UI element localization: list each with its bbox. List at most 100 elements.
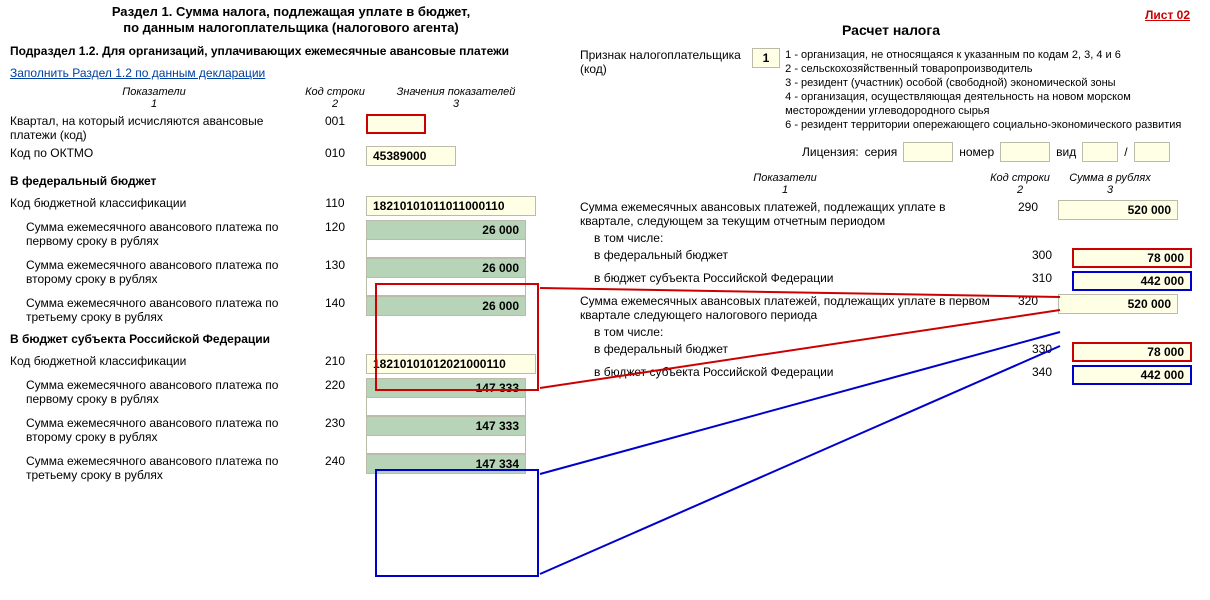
taxpayer-sign-row: Признак налогоплательщика (код) 1 1 - ор… [580,48,1202,132]
row-code: 310 [1012,271,1072,285]
row-220: Сумма ежемесячного авансового платежа по… [10,378,572,416]
row-code: 001 [304,114,366,128]
input-130[interactable]: 26 000 [366,258,526,278]
row-label: в федеральный бюджет [580,248,1012,262]
row-code: 290 [998,200,1058,214]
input-310[interactable]: 442 000 [1072,271,1192,291]
row-label: Сумма ежемесячного авансового платежа по… [10,296,304,324]
row-code: 230 [304,416,366,430]
row-120: Сумма ежемесячного авансового платежа по… [10,220,572,258]
row-code: 110 [304,196,366,210]
row-code: 330 [1012,342,1072,356]
subsection-title: Подраздел 1.2. Для организаций, уплачива… [10,44,572,58]
license-label: Лицензия: [802,145,859,159]
row-label: в федеральный бюджет [580,342,1012,356]
row-290: Сумма ежемесячных авансовых платежей, по… [580,200,1202,228]
row-130: Сумма ежемесячного авансового платежа по… [10,258,572,296]
row-240: Сумма ежемесячного авансового платежа по… [10,454,572,482]
row-310: в бюджет субъекта Российской Федерации 3… [580,271,1202,291]
row-label: Сумма ежемесячных авансовых платежей, по… [580,200,998,228]
input-340[interactable]: 442 000 [1072,365,1192,385]
col-header-indicator: Показатели1 [10,86,304,110]
regional-advances-block: Сумма ежемесячного авансового платежа по… [10,378,572,482]
section-regional: В бюджет субъекта Российской Федерации [10,332,572,346]
row-code: 300 [1012,248,1072,262]
gap [366,436,526,454]
input-001[interactable] [366,114,426,134]
row-label: Код бюджетной классификации [10,354,304,368]
row-140: Сумма ежемесячного авансового платежа по… [10,296,572,324]
row-110: Код бюджетной классификации 110 18210101… [10,196,572,216]
row-code: 220 [304,378,366,392]
col-header-code: Код строки2 [304,86,366,110]
type-input-1[interactable] [1082,142,1118,162]
row-label: Сумма ежемесячного авансового платежа по… [10,220,304,248]
input-140[interactable]: 26 000 [366,296,526,316]
tax-form-page: Раздел 1. Сумма налога, подлежащая уплат… [0,0,1210,600]
sheet-02-label: Лист 02 [1145,8,1190,22]
input-210[interactable]: 18210101012021000110 [366,354,536,374]
row-001: Квартал, на который исчисляются авансовы… [10,114,572,142]
row-label: Сумма ежемесячного авансового платежа по… [10,454,304,482]
number-label: номер [959,145,994,159]
type-input-2[interactable] [1134,142,1170,162]
gap [366,398,526,416]
row-label: в бюджет субъекта Российской Федерации [580,271,1012,285]
row-340: в бюджет субъекта Российской Федерации 3… [580,365,1202,385]
section-title: Раздел 1. Сумма налога, подлежащая уплат… [10,4,572,36]
slash: / [1124,145,1127,159]
federal-advances-block: Сумма ежемесячного авансового платежа по… [10,220,572,324]
row-label: в бюджет субъекта Российской Федерации [580,365,1012,379]
input-290[interactable]: 520 000 [1058,200,1178,220]
right-col-headers: Показатели1 Код строки2 Сумма в рублях3 [580,172,1202,196]
section-federal: В федеральный бюджет [10,174,572,188]
input-010[interactable]: 45389000 [366,146,456,166]
include-label: в том числе: [580,231,1202,245]
col-header-value: Значения показателей3 [366,86,546,110]
type-label: вид [1056,145,1076,159]
taxpayer-sign-desc: 1 - организация, не относящаяся к указан… [785,48,1202,132]
input-220[interactable]: 147 333 [366,378,526,398]
row-300: в федеральный бюджет 300 78 000 [580,248,1202,268]
row-label: Квартал, на который исчисляются авансовы… [10,114,304,142]
row-label: Сумма ежемесячных авансовых платежей, по… [580,294,998,322]
row-210: Код бюджетной классификации 210 18210101… [10,354,572,374]
calc-title: Расчет налога [580,22,1202,38]
input-300[interactable]: 78 000 [1072,248,1192,268]
gap [366,278,526,296]
row-code: 320 [998,294,1058,308]
input-110[interactable]: 18210101011011000110 [366,196,536,216]
taxpayer-sign-label: Признак налогоплательщика (код) [580,48,752,76]
row-320: Сумма ежемесячных авансовых платежей, по… [580,294,1202,322]
row-label: Код по ОКТМО [10,146,304,160]
input-120[interactable]: 26 000 [366,220,526,240]
row-010: Код по ОКТМО 010 45389000 [10,146,572,166]
section-1-panel: Раздел 1. Сумма налога, подлежащая уплат… [10,4,572,486]
fill-section-link[interactable]: Заполнить Раздел 1.2 по данным деклараци… [10,66,572,80]
number-input[interactable] [1000,142,1050,162]
row-330: в федеральный бюджет 330 78 000 [580,342,1202,362]
gap [366,240,526,258]
row-code: 010 [304,146,366,160]
row-label: Сумма ежемесячного авансового платежа по… [10,378,304,406]
row-code: 340 [1012,365,1072,379]
license-row: Лицензия: серия номер вид / [580,142,1202,162]
row-code: 210 [304,354,366,368]
input-330[interactable]: 78 000 [1072,342,1192,362]
row-230: Сумма ежемесячного авансового платежа по… [10,416,572,454]
input-230[interactable]: 147 333 [366,416,526,436]
series-input[interactable] [903,142,953,162]
row-label: Сумма ежемесячного авансового платежа по… [10,416,304,444]
row-label: Код бюджетной классификации [10,196,304,210]
include-label: в том числе: [580,325,1202,339]
row-code: 140 [304,296,366,310]
input-240[interactable]: 147 334 [366,454,526,474]
input-320[interactable]: 520 000 [1058,294,1178,314]
row-code: 120 [304,220,366,234]
row-label: Сумма ежемесячного авансового платежа по… [10,258,304,286]
row-code: 240 [304,454,366,468]
series-label: серия [865,145,898,159]
sheet-02-panel: Лист 02 Расчет налога Признак налогоплат… [580,4,1202,388]
row-code: 130 [304,258,366,272]
taxpayer-sign-input[interactable]: 1 [752,48,780,68]
